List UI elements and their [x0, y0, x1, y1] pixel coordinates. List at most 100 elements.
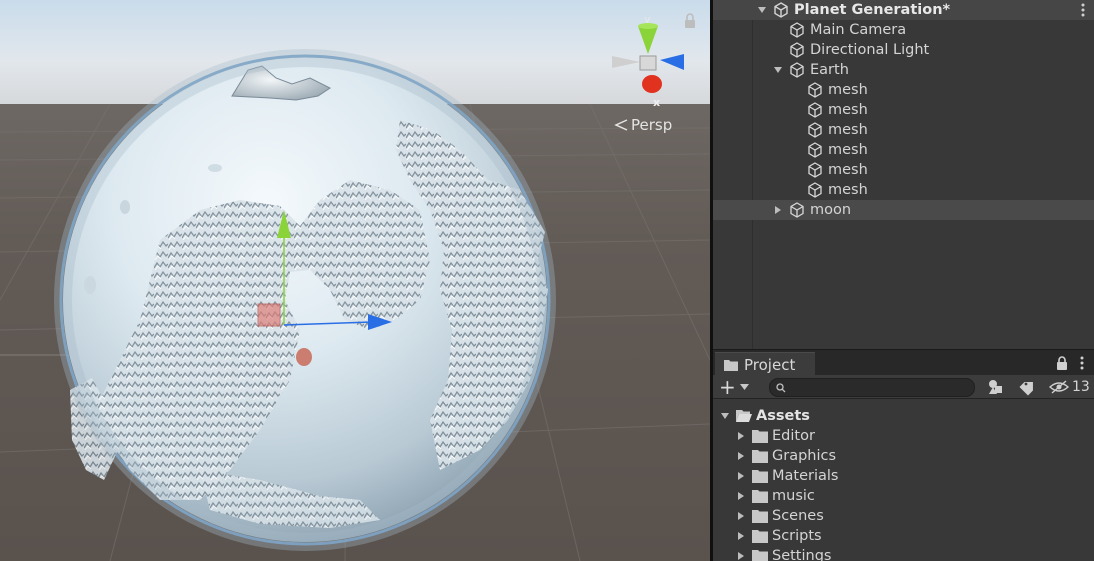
collapse-arrow-icon[interactable]	[736, 471, 746, 481]
hierarchy-item[interactable]: mesh	[713, 180, 1094, 200]
gizmo-neg-x-axis[interactable]	[612, 56, 640, 68]
collapse-arrow-icon[interactable]	[736, 551, 746, 561]
collapse-arrow-icon[interactable]	[736, 511, 746, 521]
add-asset-button[interactable]: +	[719, 375, 755, 399]
hierarchy-item[interactable]: mesh	[713, 120, 1094, 140]
project-folder-label: Materials	[772, 468, 839, 484]
gameobject-cube-icon	[808, 142, 822, 158]
gameobject-cube-icon	[808, 102, 822, 118]
unity-scene-icon	[774, 2, 788, 18]
hierarchy-item[interactable]: Main Camera	[713, 20, 1094, 40]
collapse-arrow-icon[interactable]	[736, 431, 746, 441]
gameobject-cube-icon	[790, 22, 804, 38]
project-folder-label: music	[772, 488, 815, 504]
projection-toggle[interactable]: Persp	[614, 116, 672, 134]
hierarchy-item[interactable]: mesh	[713, 100, 1094, 120]
hierarchy-scene-row[interactable]: Planet Generation*	[713, 0, 1094, 20]
folder-icon	[752, 510, 768, 523]
project-folder[interactable]: Scenes	[713, 506, 1094, 526]
project-folder[interactable]: Scripts	[713, 526, 1094, 546]
filter-by-label-icon[interactable]	[1017, 378, 1039, 396]
arrow-spacer	[791, 145, 801, 155]
expand-arrow-icon[interactable]	[757, 5, 767, 15]
project-folder-label: Settings	[772, 548, 832, 561]
hierarchy-item[interactable]: mesh	[713, 80, 1094, 100]
filter-by-type-icon[interactable]	[985, 378, 1007, 396]
project-folder[interactable]: Materials	[713, 466, 1094, 486]
scene-view[interactable]: y x Persp	[0, 0, 710, 561]
arrow-spacer	[791, 125, 801, 135]
gameobject-cube-icon	[790, 202, 804, 218]
gizmo-y-axis[interactable]	[638, 26, 658, 54]
kebab-menu-icon[interactable]	[1080, 2, 1086, 18]
projection-label: Persp	[631, 116, 673, 134]
folder-icon	[724, 359, 738, 371]
add-label: +	[719, 375, 736, 399]
hierarchy-item-label: mesh	[828, 142, 868, 158]
lock-icon[interactable]	[1056, 356, 1068, 370]
hierarchy-item-label: Main Camera	[810, 22, 907, 38]
gameobject-cube-icon	[808, 82, 822, 98]
eye-hidden-icon	[1049, 380, 1069, 394]
gameobject-cube-icon	[808, 182, 822, 198]
hierarchy-item[interactable]: Directional Light	[713, 40, 1094, 60]
project-folder-assets[interactable]: Assets	[713, 406, 1094, 426]
gizmo-x-axis[interactable]	[642, 75, 662, 93]
collapse-arrow-icon[interactable]	[736, 531, 746, 541]
project-panel[interactable]: Project + 13 Assets Editor Graphics Mate…	[713, 349, 1094, 561]
arrow-spacer	[773, 45, 783, 55]
project-tab-bar: Project	[713, 349, 1094, 376]
hierarchy-item[interactable]: mesh	[713, 160, 1094, 180]
arrow-spacer	[773, 25, 783, 35]
gizmo-x-label: x	[653, 96, 660, 109]
tab-project[interactable]: Project	[715, 352, 815, 376]
hierarchy-item-label: moon	[810, 202, 852, 218]
hierarchy-item-label: mesh	[828, 122, 868, 138]
folder-icon	[752, 530, 768, 543]
perspective-icon	[614, 119, 628, 131]
scene-name: Planet Generation*	[794, 2, 951, 18]
folder-icon	[752, 430, 768, 443]
project-folder[interactable]: Editor	[713, 426, 1094, 446]
arrow-spacer	[791, 105, 801, 115]
arrow-spacer	[791, 185, 801, 195]
arrow-spacer	[791, 165, 801, 175]
project-folder[interactable]: Settings	[713, 546, 1094, 561]
project-folder-label: Graphics	[772, 448, 837, 464]
hierarchy-item[interactable]: Earth	[713, 60, 1094, 80]
hierarchy-item[interactable]: moon	[713, 200, 1094, 220]
hierarchy-item[interactable]: mesh	[713, 140, 1094, 160]
gizmo-z-axis[interactable]	[660, 54, 684, 70]
hidden-packages-toggle[interactable]: 13	[1049, 378, 1093, 396]
chevron-down-icon	[739, 384, 749, 390]
hierarchy-item-label: mesh	[828, 82, 868, 98]
gameobject-cube-icon	[790, 62, 804, 78]
expand-arrow-icon[interactable]	[773, 65, 783, 75]
project-folder[interactable]: Graphics	[713, 446, 1094, 466]
collapse-arrow-icon[interactable]	[773, 205, 783, 215]
project-root-label: Assets	[756, 408, 810, 424]
gameobject-cube-icon	[808, 122, 822, 138]
folder-icon	[752, 490, 768, 503]
project-folder-label: Editor	[772, 428, 815, 444]
project-folder[interactable]: music	[713, 486, 1094, 506]
hierarchy-item-label: Earth	[810, 62, 849, 78]
kebab-menu-icon[interactable]	[1079, 355, 1085, 371]
collapse-arrow-icon[interactable]	[736, 491, 746, 501]
project-search[interactable]	[769, 378, 975, 397]
search-input[interactable]	[790, 380, 970, 395]
hierarchy-panel[interactable]: Planet Generation* Main Camera Directiona…	[713, 0, 1094, 349]
lock-icon[interactable]	[683, 13, 697, 29]
project-folder-label: Scenes	[772, 508, 824, 524]
expand-arrow-icon[interactable]	[720, 411, 730, 421]
folder-icon	[752, 550, 768, 561]
folder-icon	[752, 450, 768, 463]
gameobject-cube-icon	[808, 162, 822, 178]
collapse-arrow-icon[interactable]	[736, 451, 746, 461]
project-folder-label: Scripts	[772, 528, 822, 544]
folder-icon	[752, 470, 768, 483]
project-toolbar: + 13	[713, 375, 1094, 399]
search-icon	[776, 382, 786, 392]
hidden-count: 13	[1072, 379, 1090, 395]
hierarchy-item-label: mesh	[828, 182, 868, 198]
